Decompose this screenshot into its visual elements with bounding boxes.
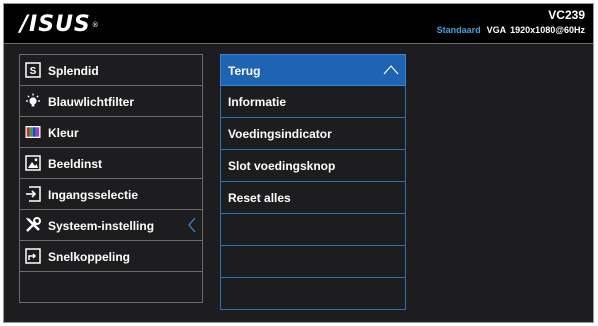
resolution: 1920x1080@60Hz	[510, 25, 585, 35]
main-menu: S Splendid Blauwlichtfilter Kleur Beeldi…	[19, 54, 203, 303]
svg-text:S: S	[30, 66, 37, 77]
menu-item-label: Ingangsselectie	[48, 188, 139, 202]
menu-item-label: Splendid	[48, 64, 99, 78]
submenu-item-terug[interactable]: Terug	[220, 54, 406, 86]
submenu-item-reset-alles[interactable]: Reset alles	[220, 182, 406, 214]
menu-item-label: Kleur	[48, 126, 79, 140]
display-mode: Standaard	[436, 25, 481, 35]
submenu-item-label: Slot voedingsknop	[228, 159, 336, 173]
menu-item-kleur[interactable]: Kleur	[20, 117, 202, 148]
model-name: VC239	[548, 8, 585, 22]
chevron-left-icon	[188, 217, 196, 233]
submenu-item-label: Reset alles	[228, 191, 291, 205]
bulb-icon	[26, 93, 40, 107]
submenu-item-empty	[220, 246, 406, 278]
menu-item-label: Beeldinst	[48, 157, 103, 171]
color-bars-icon	[25, 126, 41, 138]
tools-icon	[26, 217, 41, 232]
asus-logo: /ISUS®	[20, 12, 100, 37]
submenu-item-label: Terug	[228, 64, 261, 78]
menu-item-label: Systeem-instelling	[48, 219, 155, 233]
menu-item-systeem-instelling[interactable]: Systeem-instelling	[20, 210, 202, 241]
menu-item-empty	[20, 272, 202, 302]
submenu-item-empty	[220, 278, 406, 310]
submenu-item-label: Voedingsindicator	[228, 127, 332, 141]
submenu-item-slot-voedingsknop[interactable]: Slot voedingsknop	[220, 150, 406, 182]
menu-item-splendid[interactable]: S Splendid	[20, 55, 202, 86]
menu-item-label: Snelkoppeling	[48, 250, 131, 264]
menu-item-snelkoppeling[interactable]: Snelkoppeling	[20, 241, 202, 272]
input-signal: VGA	[486, 25, 507, 35]
submenu-item-informatie[interactable]: Informatie	[220, 86, 406, 118]
menu-item-label: Blauwlichtfilter	[48, 95, 135, 109]
monitor-osd: /ISUS® VC239 Standaard VGA 1920x1080@60Hz …	[3, 3, 594, 323]
splendid-s-icon: S	[25, 62, 41, 78]
osd-header: /ISUS® VC239 Standaard VGA 1920x1080@60Hz	[4, 4, 593, 44]
menu-item-beeldinst[interactable]: Beeldinst	[20, 148, 202, 179]
picture-icon	[25, 155, 41, 171]
menu-item-blauwlichtfilter[interactable]: Blauwlichtfilter	[20, 86, 202, 117]
input-arrow-icon	[26, 186, 41, 202]
submenu-item-voedingsindicator[interactable]: Voedingsindicator	[220, 118, 406, 150]
sub-menu: Terug Informatie Voedingsindicator Slot …	[220, 54, 406, 310]
submenu-item-label: Informatie	[228, 95, 287, 109]
menu-item-ingangsselectie[interactable]: Ingangsselectie	[20, 179, 202, 210]
shortcut-icon	[25, 248, 41, 264]
chevron-up-icon	[383, 65, 399, 75]
status-line: Standaard VGA 1920x1080@60Hz	[437, 24, 585, 36]
submenu-item-empty	[220, 214, 406, 246]
